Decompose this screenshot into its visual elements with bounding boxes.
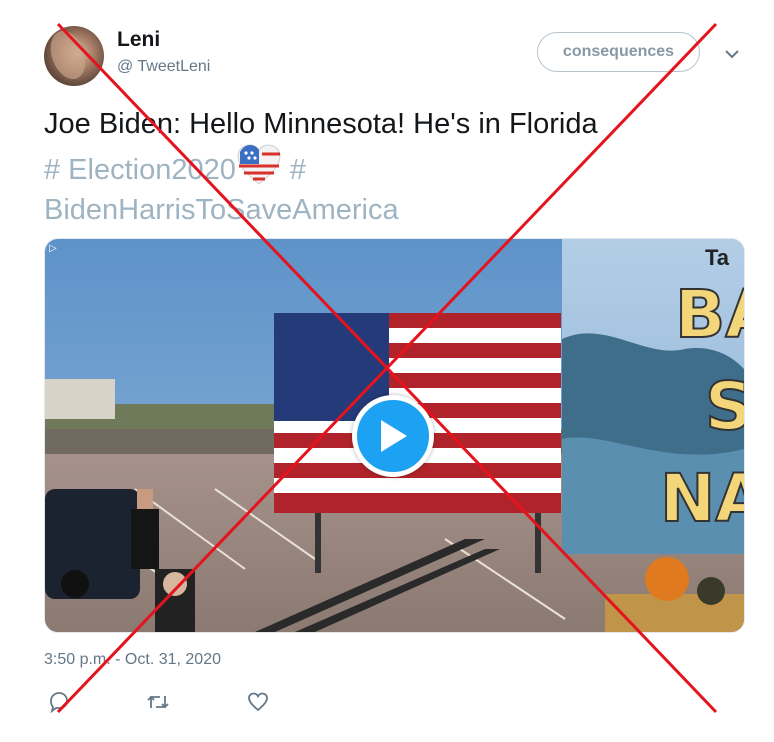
sign-text-3: S [705,368,744,445]
avatar-photo [44,26,92,84]
sign-text-2: BA [675,276,744,353]
retweet-icon[interactable] [146,690,170,714]
svg-text:▷: ▷ [49,243,57,254]
hashtag-election2020[interactable]: # Election2020 [44,154,236,186]
play-button[interactable] [352,395,434,477]
hashtag-bidenharris[interactable]: BidenHarrisToSaveAmerica [44,194,399,226]
hashtag-separator[interactable]: # [282,154,306,186]
reply-icon[interactable] [47,690,71,714]
display-name[interactable]: Leni [117,28,160,52]
chevron-down-icon[interactable] [722,44,742,64]
play-icon [381,420,407,452]
handle[interactable]: @ TweetLeni [117,58,210,76]
timestamp[interactable]: 3:50 p.m. - Oct. 31, 2020 [44,651,221,669]
avatar[interactable] [44,26,104,86]
follow-button[interactable]: consequences [537,32,700,72]
heart-flag-emoji-icon [237,144,281,185]
tweet-text-line: Joe Biden: Hello Minnesota! He's in Flor… [44,108,598,140]
sign-text-1: Ta [705,245,730,270]
tweet-text: Joe Biden: Hello Minnesota! He's in Flor… [44,104,744,230]
like-icon[interactable] [246,690,270,714]
sign-text-4: NA [660,460,744,537]
